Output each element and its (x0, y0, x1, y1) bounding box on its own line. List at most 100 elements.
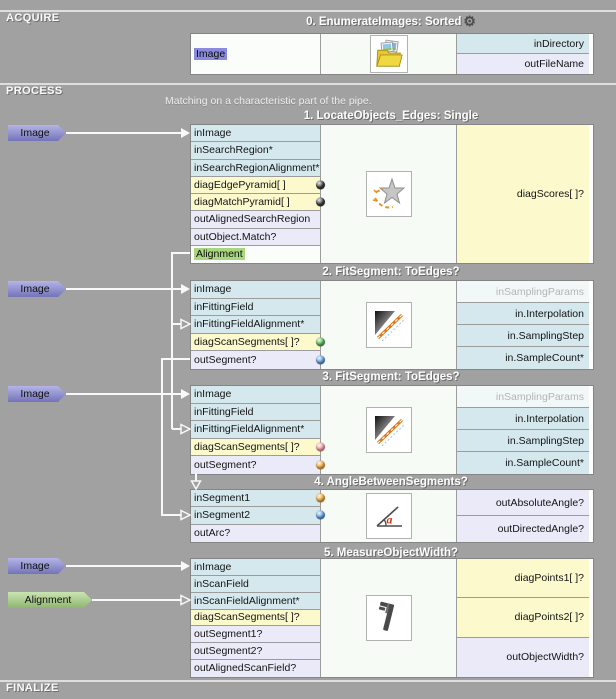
filter-block-fit-segment-3[interactable]: inImage inFittingField inFittingFieldAli… (190, 385, 594, 475)
port-in-scan-field[interactable]: inScanField (191, 576, 320, 593)
port-in-sampling-step[interactable]: in.SamplingStep (457, 325, 589, 347)
port-connection-dot (316, 356, 325, 365)
port-in-fitting-field[interactable]: inFittingField (191, 299, 320, 317)
port-in-image[interactable]: inImage (191, 559, 320, 576)
image-variable-badge[interactable]: Image (8, 281, 66, 297)
alignment-output-chip[interactable]: Alignment (194, 248, 245, 260)
port-in-segment-2[interactable]: inSegment2 (191, 507, 320, 524)
comment-text[interactable]: Matching on a characteristic part of the… (165, 95, 372, 107)
port-diag-match-pyramid[interactable]: diagMatchPyramid[ ] (191, 194, 320, 211)
port-in-fitting-field-alignment[interactable]: inFittingFieldAlignment* (191, 421, 320, 439)
port-connection-dot (316, 511, 325, 520)
icon-box (366, 407, 412, 453)
filter-block-enumerate-images[interactable]: Image (190, 33, 594, 75)
port-out-object-width[interactable]: outObjectWidth? (457, 638, 589, 677)
wire-alignment-net (172, 253, 190, 429)
filter-title-locate-objects[interactable]: 1. LocateObjects_Edges: Single (190, 110, 592, 122)
section-process[interactable]: PROCESS (6, 85, 63, 97)
port-out-object-match[interactable]: outObject.Match? (191, 229, 320, 246)
port-in-interpolation[interactable]: in.Interpolation (457, 303, 589, 325)
port-diag-scan-segments[interactable]: diagScanSegments[ ]? (191, 334, 320, 352)
port-out-absolute-angle[interactable]: outAbsoluteAngle? (457, 490, 589, 516)
fit-segment-icon (371, 307, 407, 343)
filter-icon-cell[interactable]: a (321, 490, 457, 542)
port-in-image[interactable]: inImage (191, 125, 320, 142)
port-connection-dot (316, 461, 325, 470)
section-finalize[interactable]: FINALIZE (6, 682, 59, 694)
port-connection-dot (316, 494, 325, 503)
port-diag-points-1[interactable]: diagPoints1[ ]? (457, 559, 589, 598)
section-acquire[interactable]: ACQUIRE (6, 12, 60, 24)
port-connection-dot (316, 180, 325, 189)
port-label: inSegment1 (194, 492, 250, 504)
port-diag-edge-pyramid[interactable]: diagEdgePyramid[ ] (191, 177, 320, 194)
filter-icon-cell[interactable] (321, 281, 457, 369)
locate-edges-icon (371, 176, 407, 212)
port-in-fitting-field-alignment[interactable]: inFittingFieldAlignment* (191, 316, 320, 334)
port-in-image[interactable]: inImage (191, 281, 320, 299)
port-out-arc[interactable]: outArc? (191, 525, 320, 542)
filter-block-fit-segment-2[interactable]: inImage inFittingField inFittingFieldAli… (190, 280, 594, 370)
port-out-directed-angle[interactable]: outDirectedAngle? (457, 516, 589, 542)
folder-images-icon (374, 39, 404, 69)
port-in-sampling-params[interactable]: inSamplingParams (457, 281, 589, 303)
filter-title-fit-segment-2[interactable]: 2. FitSegment: ToEdges? (190, 266, 592, 278)
filter-icon-cell[interactable] (321, 34, 457, 74)
port-diag-scan-segments[interactable]: diagScanSegments[ ]? (191, 439, 320, 457)
filter-title-enumerate-images[interactable]: 0. EnumerateImages: Sorted⚙ (190, 13, 592, 30)
port-in-sampling-params[interactable]: inSamplingParams (457, 386, 589, 408)
port-in-segment-1[interactable]: inSegment1 (191, 490, 320, 507)
filter-title-text: 0. EnumerateImages: Sorted (306, 16, 461, 28)
port-label: diagEdgePyramid[ ] (194, 179, 286, 191)
port-label: outSegment? (194, 459, 256, 471)
port-out-segment-1[interactable]: outSegment1? (191, 626, 320, 643)
port-diag-scan-segments[interactable]: diagScanSegments[ ]? (191, 610, 320, 627)
port-out-segment[interactable]: outSegment? (191, 456, 320, 474)
filter-icon-cell[interactable] (321, 386, 457, 474)
port-in-fitting-field[interactable]: inFittingField (191, 404, 320, 422)
filter-icon-cell[interactable] (321, 559, 457, 677)
filter-block-locate-objects[interactable]: inImage inSearchRegion* inSearchRegionAl… (190, 124, 594, 264)
filter-icon-cell[interactable] (321, 125, 457, 263)
port-in-interpolation[interactable]: in.Interpolation (457, 408, 589, 430)
port-connection-dot (316, 198, 325, 207)
port-in-directory[interactable]: inDirectory (457, 34, 589, 54)
port-out-segment-2[interactable]: outSegment2? (191, 643, 320, 660)
image-output-chip[interactable]: Image (194, 48, 227, 60)
alignment-variable-badge[interactable]: Alignment (8, 592, 92, 608)
port-out-aligned-scan-field[interactable]: outAlignedScanField? (191, 660, 320, 677)
port-in-sampling-step[interactable]: in.SamplingStep (457, 430, 589, 452)
image-variable-badge[interactable]: Image (8, 125, 66, 141)
port-alignment-output[interactable]: Alignment (191, 246, 320, 263)
port-label: diagScanSegments[ ]? (194, 441, 300, 453)
wire-outsegment2-to-insegment2 (162, 359, 190, 515)
port-in-search-region[interactable]: inSearchRegion* (191, 142, 320, 159)
filter-title-angle-between-segments[interactable]: 4. AngleBetweenSegments? (190, 476, 592, 488)
port-in-sample-count[interactable]: in.SampleCount* (457, 452, 589, 474)
gear-icon[interactable]: ⚙ (463, 13, 476, 29)
port-diag-scores[interactable]: diagScores[ ]? (457, 125, 589, 263)
port-in-sample-count[interactable]: in.SampleCount* (457, 347, 589, 369)
port-label: inSegment2 (194, 509, 250, 521)
port-out-file-name[interactable]: outFileName (457, 54, 589, 74)
port-connection-dot (316, 338, 325, 347)
port-in-image[interactable]: inImage (191, 386, 320, 404)
port-label: diagMatchPyramid[ ] (194, 196, 290, 208)
port-out-segment[interactable]: outSegment? (191, 351, 320, 369)
filter-title-fit-segment-3[interactable]: 3. FitSegment: ToEdges? (190, 371, 592, 383)
filter-block-measure-object-width[interactable]: inImage inScanField inScanFieldAlignment… (190, 558, 594, 678)
icon-box (366, 171, 412, 217)
icon-box (366, 302, 412, 348)
icon-box: a (366, 493, 412, 539)
filter-block-angle-between-segments[interactable]: inSegment1 inSegment2 outArc? a outAbsol… (190, 489, 594, 543)
output-variable-cell[interactable]: Image (191, 34, 320, 74)
port-out-aligned-search-region[interactable]: outAlignedSearchRegion (191, 211, 320, 228)
port-connection-dot (316, 443, 325, 452)
port-in-scan-field-alignment[interactable]: inScanFieldAlignment* (191, 593, 320, 610)
port-diag-points-2[interactable]: diagPoints2[ ]? (457, 598, 589, 637)
port-in-search-region-alignment[interactable]: inSearchRegionAlignment* (191, 160, 320, 177)
image-variable-badge[interactable]: Image (8, 558, 66, 574)
icon-box (370, 35, 408, 73)
port-label: outSegment? (194, 354, 256, 366)
image-variable-badge[interactable]: Image (8, 386, 66, 402)
